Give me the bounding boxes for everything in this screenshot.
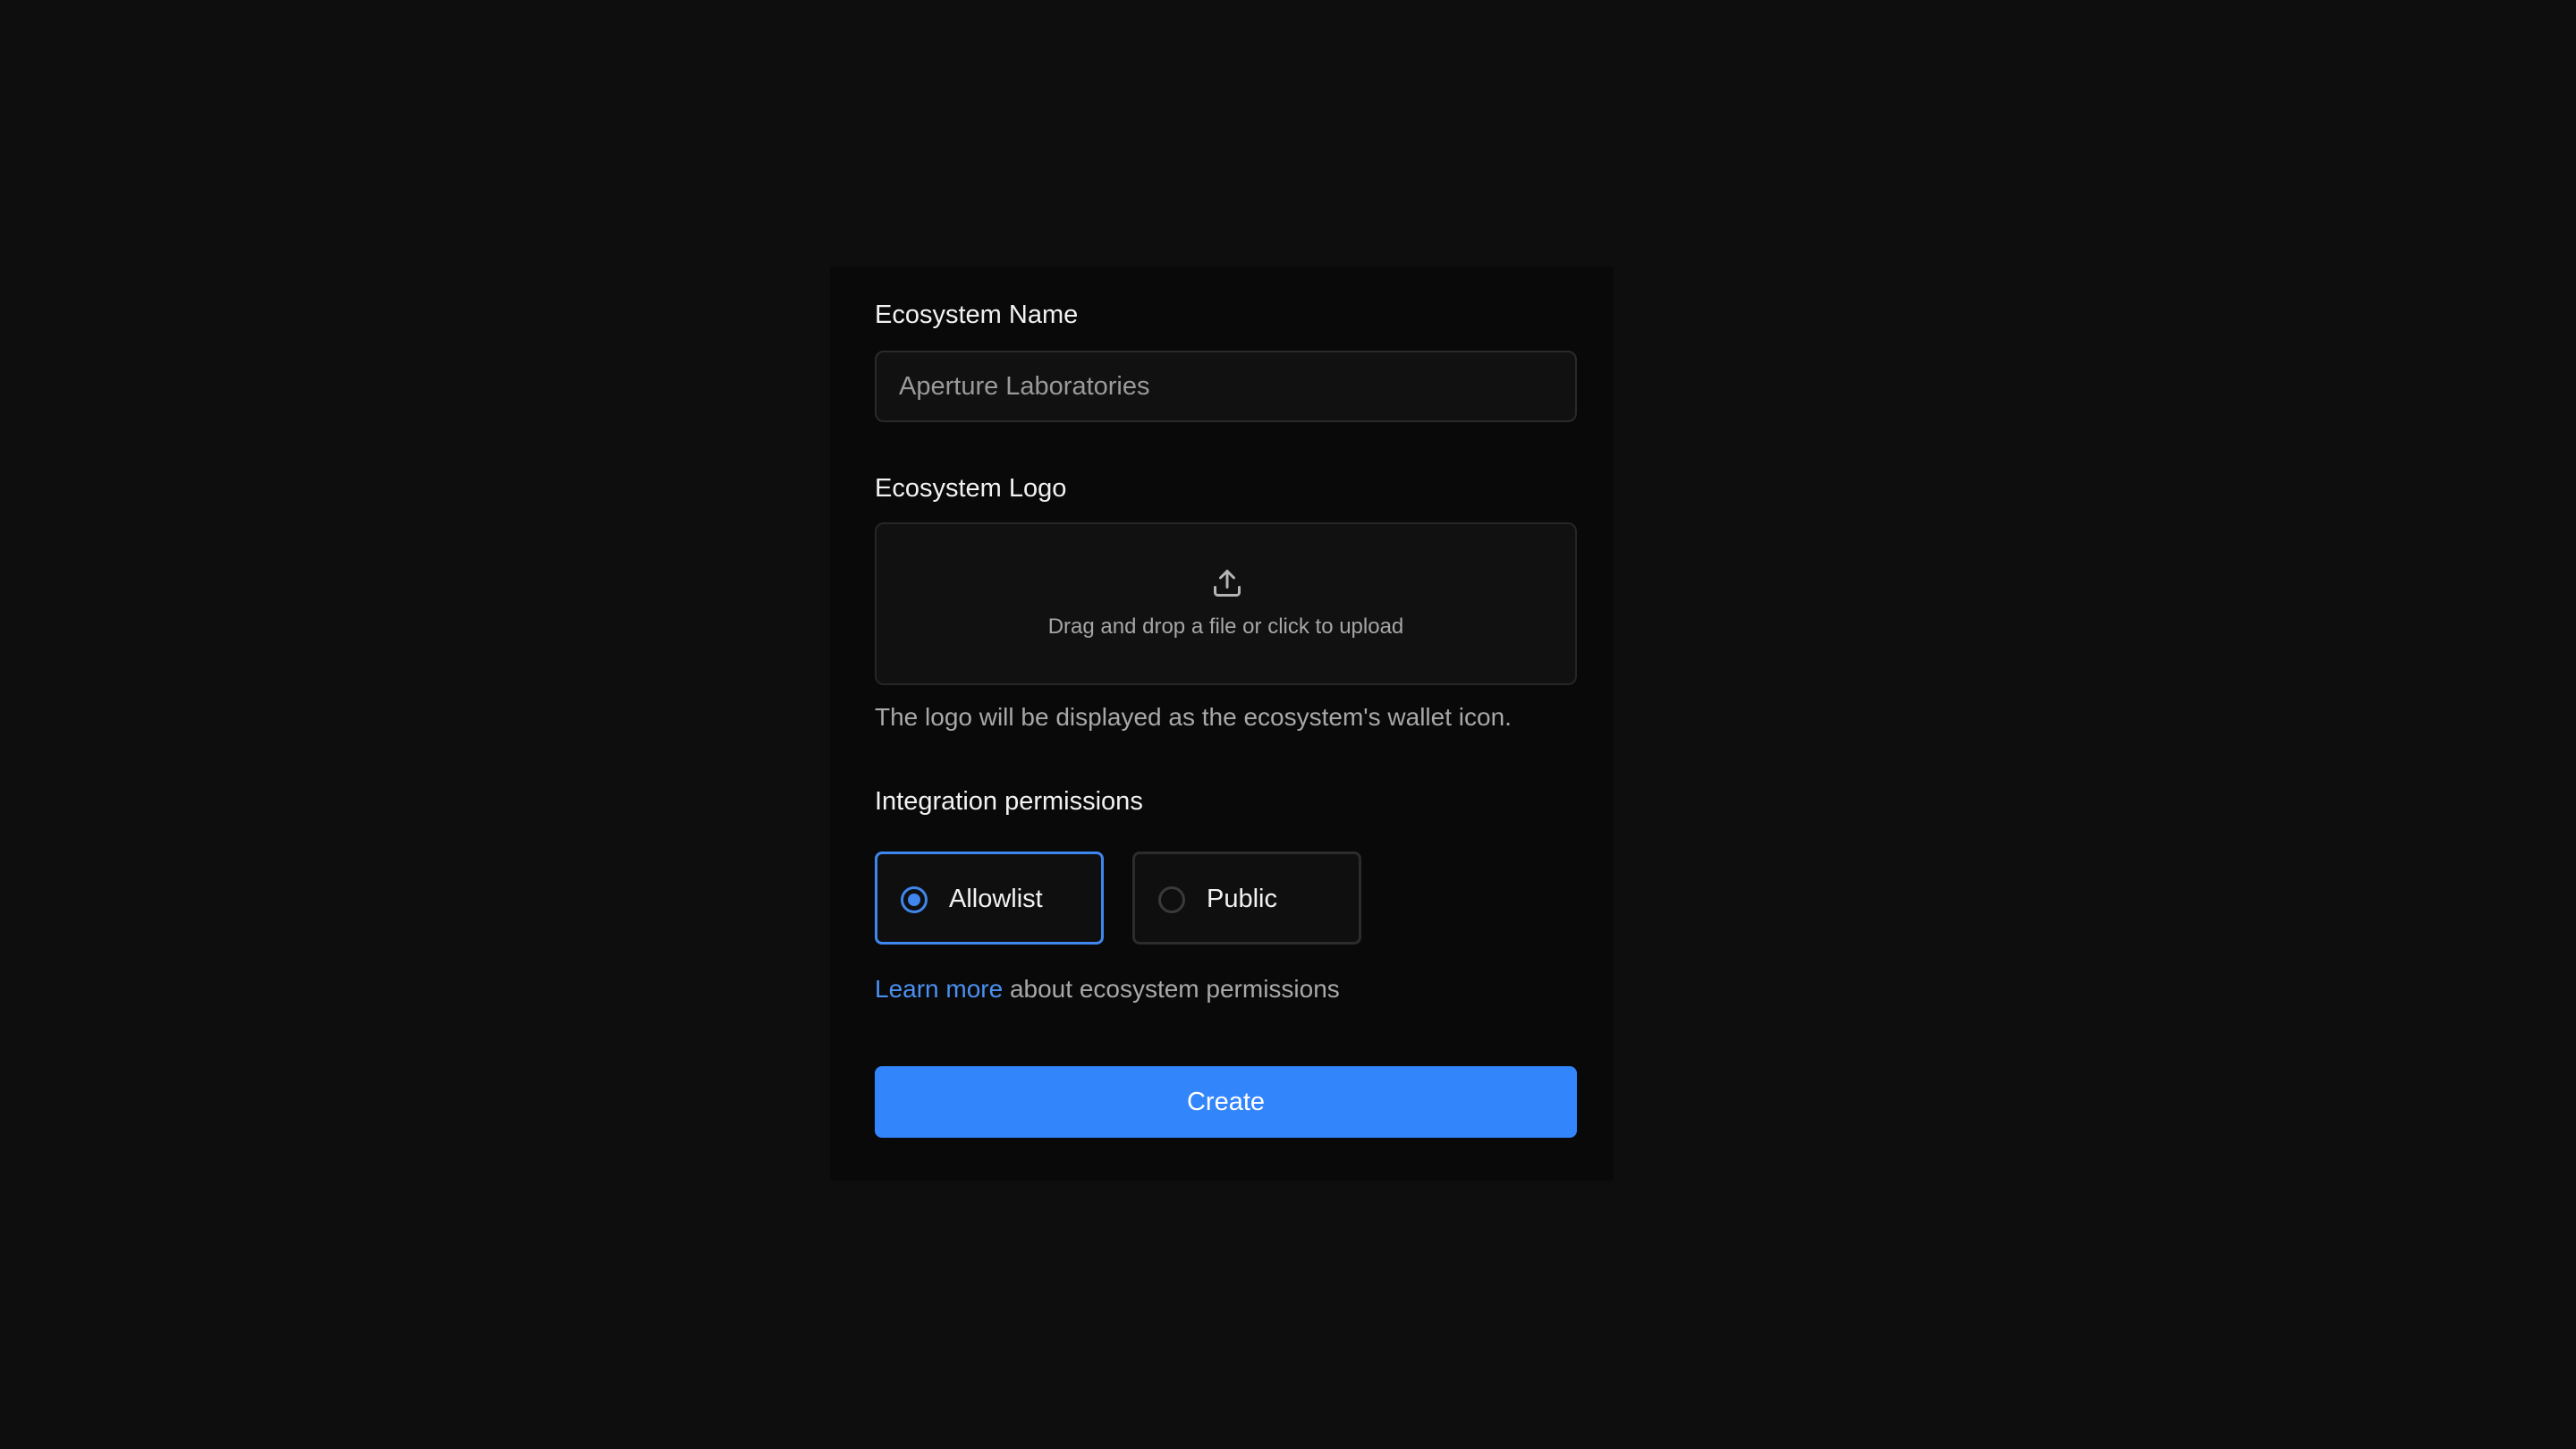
radio-unselected-icon (1158, 886, 1185, 913)
learn-more-suffix: about ecosystem permissions (1003, 975, 1340, 1003)
logo-upload-dropzone[interactable]: Drag and drop a file or click to upload (875, 522, 1577, 685)
permission-option-public[interactable]: Public (1132, 852, 1361, 945)
permission-option-label: Public (1207, 885, 1277, 913)
logo-helper-text: The logo will be displayed as the ecosys… (875, 703, 1512, 731)
integration-permissions-label: Integration permissions (875, 787, 1143, 816)
radio-selected-icon (901, 886, 928, 913)
permission-option-label: Allowlist (949, 885, 1043, 913)
create-ecosystem-form: Ecosystem Name Ecosystem Logo Drag and d… (830, 267, 1614, 1181)
ecosystem-name-input[interactable] (875, 351, 1577, 422)
learn-more-row: Learn more about ecosystem permissions (875, 973, 1340, 1005)
learn-more-link[interactable]: Learn more (875, 975, 1003, 1003)
upload-icon (1214, 570, 1241, 597)
create-button[interactable]: Create (875, 1066, 1577, 1138)
dropzone-text: Drag and drop a file or click to upload (1047, 614, 1404, 639)
ecosystem-name-label: Ecosystem Name (875, 301, 1079, 329)
ecosystem-logo-label: Ecosystem Logo (875, 474, 1067, 503)
permission-option-allowlist[interactable]: Allowlist (875, 852, 1104, 945)
